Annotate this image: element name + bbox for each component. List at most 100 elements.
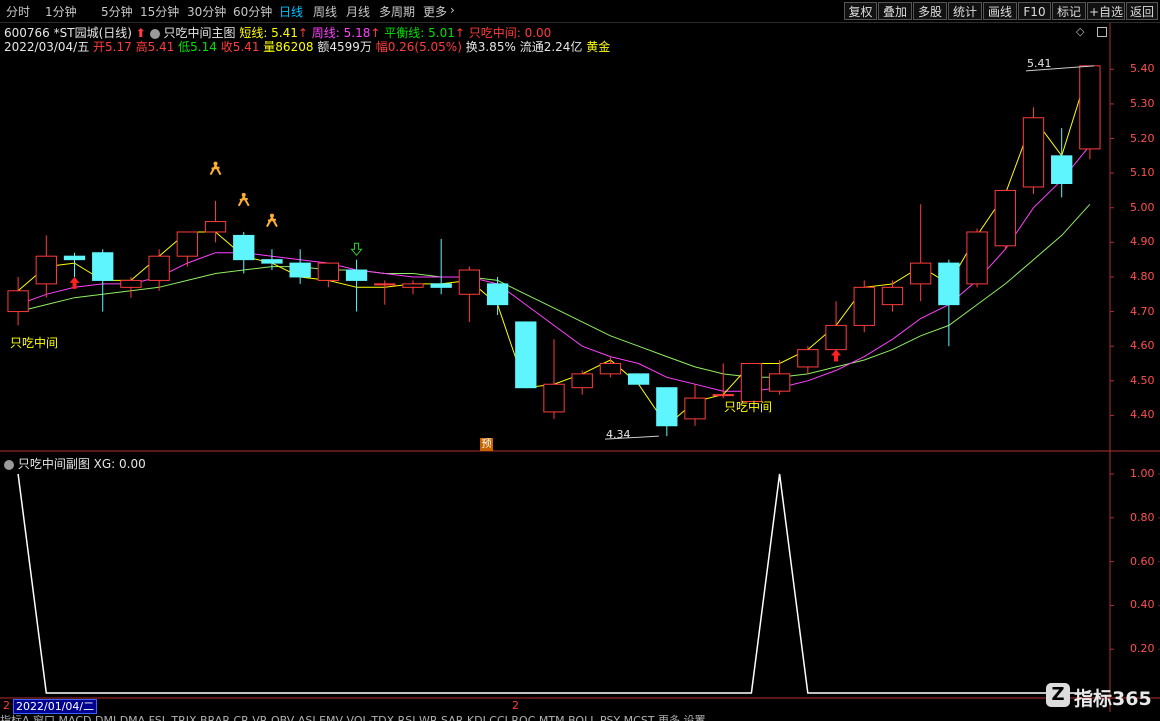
sub-indicator-menu-icon[interactable] [4, 459, 14, 470]
candle-body [797, 349, 819, 368]
logo-text: 指标365 [1074, 688, 1152, 710]
candle-up [825, 301, 847, 357]
candle-body [317, 262, 340, 281]
runner-head [269, 213, 274, 218]
candle-up [571, 370, 593, 395]
date-stub-mid: 2 [512, 699, 519, 712]
sell-arrow-icon [350, 242, 363, 257]
candle-down [63, 252, 86, 277]
kline-chart[interactable] [0, 0, 1160, 721]
candle-up [148, 249, 170, 291]
y-tick-label: 5.40 [1130, 62, 1155, 76]
buy-arrow-icon [831, 349, 842, 362]
y-tick-label: 4.70 [1130, 304, 1155, 318]
candle-body [345, 269, 368, 281]
candle-body [402, 283, 424, 288]
y-tick-label: 4.40 [1130, 408, 1155, 422]
candle-down [627, 373, 650, 385]
candle-body [92, 252, 114, 281]
candle-body [261, 259, 283, 264]
candle-down [92, 249, 114, 312]
candle-up [740, 362, 763, 403]
candle-up [994, 189, 1016, 250]
logo-glyph-icon: Z [1046, 683, 1070, 707]
high-price-mark: 5.41 [1027, 57, 1052, 70]
runner-signal-icon [209, 161, 222, 176]
candle-body [740, 362, 763, 403]
y-tick-label: 4.50 [1130, 373, 1155, 387]
candle-up [204, 200, 227, 243]
sub-y-tick-label: 1.00 [1130, 467, 1155, 480]
sub-chart-title-text: 只吃中间副图 XG: 0.00 [17, 457, 146, 471]
candle-down [515, 321, 537, 389]
candle-up [910, 204, 932, 302]
candle-body [63, 255, 86, 261]
candle-body [881, 286, 904, 306]
candle-body [599, 362, 622, 375]
candle-body [966, 231, 988, 285]
candle-body [1079, 65, 1101, 150]
candle-up [684, 384, 706, 426]
y-tick-label: 5.20 [1130, 131, 1155, 145]
runner-body [266, 217, 278, 228]
candle-up [1079, 65, 1101, 160]
candle-body [994, 189, 1016, 247]
y-tick-label: 5.30 [1130, 96, 1155, 110]
runner-signal-icon [237, 192, 250, 207]
candle-body [853, 286, 875, 326]
candle-up [966, 228, 988, 288]
candle-body [430, 283, 452, 288]
candle-down [656, 387, 678, 437]
candle-up [458, 266, 481, 322]
candle-up [543, 339, 565, 419]
candle-body [712, 394, 734, 397]
candle-body [656, 387, 678, 427]
candle-body [176, 231, 198, 257]
candle-body [374, 283, 396, 286]
candle-up [317, 262, 340, 288]
candle-body [1022, 117, 1045, 188]
candle-up [374, 280, 396, 305]
low-price-mark: 4.34 [606, 428, 631, 441]
candle-up [120, 276, 142, 298]
candle-up [712, 363, 734, 399]
candle-up [853, 280, 875, 333]
candle-body [458, 269, 481, 295]
candle-down [289, 249, 311, 284]
y-tick-label: 4.90 [1130, 235, 1155, 249]
candle-up [599, 356, 622, 378]
candle-body [233, 234, 255, 261]
candle-down [233, 231, 255, 274]
candle-body [148, 255, 170, 281]
candle-up [402, 280, 424, 295]
runner-body [237, 196, 250, 207]
brand-logo: Z 指标365 [1046, 681, 1156, 711]
pre-tag: 预 [480, 438, 493, 451]
candle-body [1051, 155, 1073, 185]
candle-body [825, 324, 847, 351]
candle-body [768, 373, 791, 392]
y-tick-label: 5.00 [1130, 200, 1155, 214]
candle-body [627, 373, 650, 385]
sub-y-tick-label: 0.40 [1130, 598, 1155, 612]
sub-chart-title: 只吃中间副图 XG: 0.00 [4, 455, 146, 472]
y-tick-label: 4.60 [1130, 339, 1155, 353]
candle-body [120, 279, 142, 288]
runner-head [213, 161, 218, 166]
signal-label-mid: 只吃中间 [724, 400, 773, 414]
runner-body [209, 165, 222, 176]
candle-up [35, 235, 57, 298]
candle-down [430, 238, 452, 295]
runner-signal-icon [266, 213, 278, 228]
sub-y-tick-label: 0.80 [1130, 510, 1155, 524]
signal-label-left: 只吃中间 [10, 336, 59, 350]
candle-body [486, 283, 509, 306]
indicator-tabs[interactable]: 指标A 窗口 MACD DMI DMA FSL TRIX BRAR CR VR … [0, 712, 1160, 721]
y-tick-label: 5.10 [1130, 166, 1155, 180]
candle-body [684, 397, 706, 420]
runner-head [241, 192, 246, 197]
candle-body [515, 321, 537, 389]
candle-up [797, 346, 819, 374]
candle-body [289, 262, 311, 278]
candle-body [7, 290, 29, 313]
